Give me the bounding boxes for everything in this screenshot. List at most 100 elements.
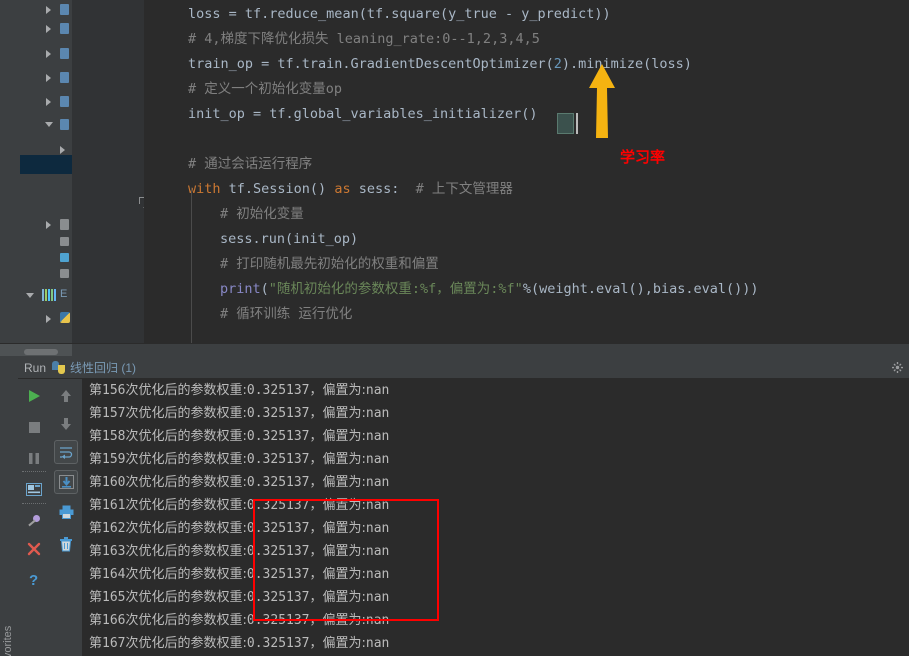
code-line[interactable]: # 定义一个初始化变量op	[144, 77, 909, 102]
console-text-cjk: 次优化后的参数权重:	[125, 475, 247, 490]
chevron-right-icon[interactable]	[46, 221, 51, 229]
soft-wrap-button[interactable]	[54, 440, 78, 464]
code-line[interactable]: loss = tf.reduce_mean(tf.square(y_true -…	[144, 2, 909, 27]
console-line[interactable]: 第163次优化后的参数权重:0.325137，偏置为:nan	[89, 540, 389, 563]
console-line[interactable]: 第157次优化后的参数权重:0.325137，偏置为:nan	[89, 402, 389, 425]
chevron-down-icon[interactable]	[26, 293, 34, 298]
console-output[interactable]: 第156次优化后的参数权重:0.325137，偏置为:nan 第157次优化后的参…	[83, 379, 909, 656]
console-text-cjk: ，偏置为:	[309, 521, 366, 536]
code-line[interactable]	[144, 127, 909, 152]
tree-item-selected[interactable]	[20, 155, 72, 174]
favorites-tool-tab[interactable]: avorites	[0, 356, 18, 656]
console-text-cjk: ，偏置为:	[309, 429, 366, 444]
show-console-button[interactable]	[22, 477, 46, 501]
help-button[interactable]: ?	[22, 567, 46, 591]
code-line[interactable]: train_op = tf.train.GradientDescentOptim…	[144, 52, 909, 77]
console-text-mono: 159	[102, 452, 126, 467]
console-text-cjk: ，偏置为:	[309, 567, 366, 582]
file-icon	[60, 4, 69, 15]
console-text-cjk: ，偏置为:	[309, 613, 366, 628]
code-token-plain: tf.Session()	[228, 181, 335, 197]
splitter-drag-handle[interactable]	[24, 349, 58, 355]
code-line-text: # 打印随机最先初始化的权重和偏置	[144, 256, 439, 272]
console-text-cjk: 第	[89, 590, 103, 605]
console-line[interactable]: 第160次优化后的参数权重:0.325137，偏置为:nan	[89, 471, 389, 494]
code-editor-surface[interactable]: loss = tf.reduce_mean(tf.square(y_true -…	[144, 0, 909, 356]
console-text-mono: 0.325137	[246, 429, 310, 444]
console-text-mono: 164	[102, 567, 126, 582]
console-text-mono: 165	[102, 590, 126, 605]
code-line-text: # 通过会话运行程序	[144, 156, 312, 172]
clear-all-button[interactable]	[54, 532, 78, 556]
code-line[interactable]: sess.run(init_op)	[144, 227, 909, 252]
console-line[interactable]: 第165次优化后的参数权重:0.325137，偏置为:nan	[89, 586, 389, 609]
run-toolbar-primary: ?	[18, 379, 50, 656]
chevron-right-icon[interactable]	[46, 315, 51, 323]
console-line[interactable]: 第166次优化后的参数权重:0.325137，偏置为:nan	[89, 609, 389, 632]
console-text-mono: nan	[365, 498, 390, 513]
console-text-cjk: 第	[89, 567, 103, 582]
chevron-right-icon[interactable]	[46, 25, 51, 33]
chevron-right-icon[interactable]	[46, 6, 51, 14]
run-toolbar-secondary	[50, 379, 82, 656]
code-line[interactable]: # 4,梯度下降优化损失 leaning_rate:0--1,2,3,4,5	[144, 27, 909, 52]
console-text-cjk: 第	[89, 475, 103, 490]
console-line[interactable]: 第158次优化后的参数权重:0.325137，偏置为:nan	[89, 425, 389, 448]
run-tool-window-header[interactable]: Run 线性回归 (1)	[18, 356, 909, 379]
console-text-cjk: 次优化后的参数权重:	[125, 544, 247, 559]
console-line[interactable]: 第162次优化后的参数权重:0.325137，偏置为:nan	[89, 517, 389, 540]
arrow-up-icon	[61, 390, 71, 402]
editor-region: E 23242526272829303132333435 loss = tf.r…	[0, 0, 909, 356]
code-token-plain: sess.run(init_op)	[220, 231, 359, 247]
print-button[interactable]	[54, 500, 78, 524]
rerun-button[interactable]	[22, 384, 46, 408]
code-line[interactable]: init_op = tf.global_variables_initialize…	[144, 102, 909, 127]
editor-gutter[interactable]	[72, 0, 144, 356]
code-line[interactable]: # 循环训练 运行优化	[144, 302, 909, 327]
pin-icon	[27, 514, 40, 526]
console-text-mono: nan	[365, 429, 390, 444]
code-line[interactable]: print("随机初始化的参数权重:%f，偏置为:%f"%(weight.eva…	[144, 277, 909, 302]
console-text-mono: 157	[102, 406, 126, 421]
console-text-mono: 0.325137	[246, 475, 310, 490]
chevron-right-icon[interactable]	[46, 98, 51, 106]
console-text-mono: nan	[365, 636, 390, 651]
close-button[interactable]	[22, 537, 46, 561]
pause-button[interactable]	[22, 446, 46, 470]
tool-window-splitter[interactable]	[0, 344, 909, 356]
toolbar-separator	[22, 471, 46, 472]
chevron-right-icon[interactable]	[60, 146, 65, 154]
console-text-mono: 163	[102, 544, 126, 559]
chevron-right-icon[interactable]	[46, 74, 51, 82]
console-text-mono: 0.325137	[246, 406, 310, 421]
pin-tab-button[interactable]	[22, 509, 46, 533]
console-line[interactable]: 第164次优化后的参数权重:0.325137，偏置为:nan	[89, 563, 389, 586]
scroll-to-end-button[interactable]	[54, 470, 78, 494]
code-line-text: with tf.Session() as sess: # 上下文管理器	[144, 181, 513, 197]
prev-occurrence-button[interactable]	[54, 384, 78, 408]
code-line[interactable]: # 通过会话运行程序	[144, 152, 909, 177]
console-text-cjk: 次优化后的参数权重:	[125, 567, 247, 582]
console-text-cjk: 第	[89, 613, 103, 628]
console-text-mono: 160	[102, 475, 126, 490]
code-line-text: print("随机初始化的参数权重:%f，偏置为:%f"%(weight.eva…	[144, 281, 759, 297]
chevron-right-icon[interactable]	[46, 50, 51, 58]
code-line[interactable]: # 打印随机最先初始化的权重和偏置	[144, 252, 909, 277]
project-tree-panel-lower[interactable]: E	[20, 215, 72, 356]
code-line-text: # 定义一个初始化变量op	[144, 81, 342, 97]
console-line[interactable]: 第159次优化后的参数权重:0.325137，偏置为:nan	[89, 448, 389, 471]
code-line[interactable]: with tf.Session() as sess: # 上下文管理器	[144, 177, 909, 202]
file-icon	[60, 219, 69, 230]
console-line[interactable]: 第167次优化后的参数权重:0.325137，偏置为:nan	[89, 632, 389, 655]
console-line[interactable]: 第161次优化后的参数权重:0.325137，偏置为:nan	[89, 494, 389, 517]
gear-icon[interactable]	[892, 362, 903, 373]
console-text-cjk: ，偏置为:	[309, 475, 366, 490]
console-text-mono: 0.325137	[246, 590, 310, 605]
chevron-down-icon[interactable]	[45, 122, 53, 127]
code-line[interactable]: # 初始化变量	[144, 202, 909, 227]
next-occurrence-button[interactable]	[54, 412, 78, 436]
console-text-mono: 0.325137	[246, 452, 310, 467]
console-line[interactable]: 第156次优化后的参数权重:0.325137，偏置为:nan	[89, 379, 389, 402]
code-token-com: # 循环训练 运行优化	[220, 306, 353, 322]
stop-button[interactable]	[22, 415, 46, 439]
